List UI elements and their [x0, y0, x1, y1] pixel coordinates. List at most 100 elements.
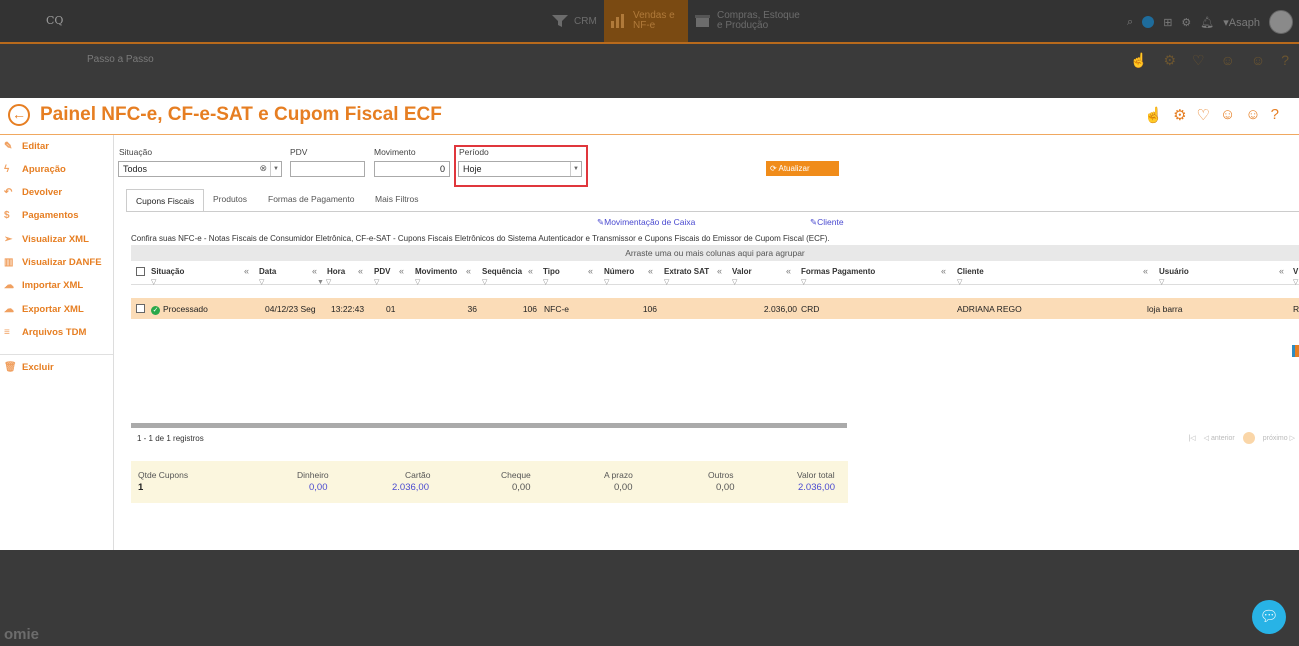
tab-formas-pagamento[interactable]: Formas de Pagamento	[268, 194, 354, 204]
sidebar-item-visualizar-xml[interactable]: ➢ Visualizar XML	[4, 234, 89, 245]
column-header-valor[interactable]: Valor	[732, 267, 752, 276]
column-header-numero[interactable]: Número	[604, 267, 634, 276]
module-compras[interactable]: Compras, Estoque e Produção	[694, 0, 800, 42]
heart-icon[interactable]: ♡	[1197, 106, 1210, 124]
movimento-input[interactable]: 0	[374, 161, 450, 177]
sidebar-item-devolver[interactable]: ↶ Devolver	[4, 187, 62, 198]
filter-icon[interactable]: ▽	[1159, 278, 1164, 286]
sidebar-item-exportar-xml[interactable]: ☁ Exportar XML	[4, 304, 84, 315]
row-checkbox[interactable]	[136, 304, 145, 313]
column-header-sequencia[interactable]: Sequência	[482, 267, 522, 276]
column-collapse-icon[interactable]: «	[941, 266, 946, 276]
column-header-formas-pagamento[interactable]: Formas Pagamento	[801, 267, 875, 276]
situacao-select[interactable]: Todos ⊗ ▼	[118, 161, 282, 177]
filter-icon[interactable]: ▽	[482, 278, 487, 286]
filter-icon[interactable]: ▽	[151, 278, 156, 286]
first-page-icon[interactable]: |◁	[1188, 434, 1195, 442]
column-collapse-icon[interactable]: «	[244, 266, 249, 276]
column-collapse-icon[interactable]: «	[399, 266, 404, 276]
filter-icon[interactable]: ▽	[604, 278, 609, 286]
filter-icon[interactable]: ▽	[1293, 278, 1298, 286]
module-crm[interactable]: CRM	[551, 0, 597, 42]
sidebar-item-pagamentos[interactable]: $ Pagamentos	[4, 210, 79, 221]
side-panel-toggle[interactable]	[1292, 345, 1299, 357]
sidebar-item-arquivos-tdm[interactable]: ≡ Arquivos TDM	[4, 327, 86, 338]
chat-icon[interactable]: 💬︎	[1252, 600, 1286, 634]
cliente-link[interactable]: ✎Cliente	[810, 217, 844, 228]
column-collapse-icon[interactable]: «	[466, 266, 471, 276]
column-header-extrato-sat[interactable]: Extrato SAT	[664, 267, 709, 276]
column-header-tipo[interactable]: Tipo	[543, 267, 560, 276]
filter-icon[interactable]: ▽	[415, 278, 420, 286]
column-collapse-icon[interactable]: «	[648, 266, 653, 276]
column-collapse-icon[interactable]: «	[588, 266, 593, 276]
neutral-face-icon[interactable]: ☺	[1251, 52, 1265, 69]
filter-icon[interactable]: ▽	[957, 278, 962, 286]
sidebar-item-visualizar-danfe[interactable]: ▥ Visualizar DANFE	[4, 257, 102, 268]
avatar[interactable]	[1269, 10, 1293, 34]
gear-icon[interactable]: ⚙	[1163, 52, 1176, 69]
user-menu[interactable]: ▾Asaph	[1223, 16, 1260, 29]
column-header-v[interactable]: V	[1293, 267, 1298, 276]
refresh-button[interactable]: ⟳ Atualizar	[766, 161, 839, 176]
smile-icon[interactable]: ☺	[1220, 106, 1235, 124]
play-icon[interactable]	[1142, 16, 1155, 28]
back-arrow-icon[interactable]: ←	[8, 104, 30, 126]
column-header-pdv[interactable]: PDV	[374, 267, 390, 276]
thumbs-up-icon[interactable]: ☝	[1144, 106, 1163, 124]
prev-page-button[interactable]: ◁ anterior	[1204, 434, 1235, 442]
tab-produtos[interactable]: Produtos	[213, 194, 247, 204]
column-header-hora[interactable]: Hora	[327, 267, 345, 276]
gear-icon[interactable]: ⚙	[1173, 106, 1186, 124]
filter-icon[interactable]: ▽	[259, 278, 264, 286]
thumbs-up-icon[interactable]: ☝	[1130, 52, 1147, 69]
pdv-input[interactable]	[290, 161, 365, 177]
tab-mais-filtros[interactable]: Mais Filtros	[375, 194, 418, 204]
column-header-usuario[interactable]: Usuário	[1159, 267, 1189, 276]
help-icon[interactable]: ?	[1271, 106, 1279, 124]
column-header-cliente[interactable]: Cliente	[957, 267, 984, 276]
sidebar-item-editar[interactable]: ✎ Editar	[4, 141, 49, 152]
sidebar-item-importar-xml[interactable]: ☁ Importar XML	[4, 280, 83, 291]
smile-icon[interactable]: ☺	[1221, 52, 1235, 69]
sidebar-item-apuracao[interactable]: ϟ Apuração	[4, 164, 66, 175]
filter-icon[interactable]: ▽	[374, 278, 379, 286]
neutral-face-icon[interactable]: ☺	[1245, 106, 1260, 124]
column-header-situacao[interactable]: Situação	[151, 267, 184, 276]
column-collapse-icon[interactable]: «	[1279, 266, 1284, 276]
group-by-bar[interactable]: Arraste uma ou mais colunas aqui para ag…	[131, 245, 1299, 261]
filter-icon[interactable]: ▽	[543, 278, 548, 286]
column-collapse-icon[interactable]: «	[1143, 266, 1148, 276]
filter-icon[interactable]: ▽	[801, 278, 806, 286]
column-collapse-icon[interactable]: «	[528, 266, 533, 276]
cheque-label: Cheque	[501, 470, 531, 480]
current-page-indicator[interactable]	[1242, 432, 1255, 444]
filter-icon[interactable]: ▽	[732, 278, 737, 286]
movimentacao-caixa-link[interactable]: ✎Movimentação de Caixa	[597, 217, 695, 228]
help-icon[interactable]: ?	[1281, 52, 1289, 69]
step-by-step-link[interactable]: Passo a Passo	[87, 54, 154, 65]
column-header-movimento[interactable]: Movimento	[415, 267, 457, 276]
app-logo[interactable]: CQ	[46, 14, 63, 27]
next-page-button[interactable]: próximo ▷	[1263, 434, 1295, 442]
column-collapse-icon[interactable]: «	[358, 266, 363, 276]
tab-cupons-fiscais[interactable]: Cupons Fiscais	[126, 189, 205, 211]
bell-icon[interactable]: 🔔︎	[1200, 16, 1214, 29]
heart-icon[interactable]: ♡	[1192, 52, 1205, 69]
table-row[interactable]: ✓ Processado 04/12/23 Seg 13:22:43 01 36 …	[131, 298, 1299, 319]
sort-desc-icon[interactable]: ▼ ▽	[317, 278, 331, 286]
column-collapse-icon[interactable]: «	[786, 266, 791, 276]
grid-icon[interactable]: ⊞	[1163, 16, 1172, 29]
select-all-checkbox[interactable]	[136, 267, 145, 276]
column-collapse-icon[interactable]: «	[312, 266, 317, 276]
chevron-down-icon[interactable]: ▼	[270, 162, 281, 176]
filter-icon[interactable]: ▽	[664, 278, 669, 286]
clear-icon[interactable]: ⊗	[259, 163, 267, 174]
sidebar-item-excluir[interactable]: 🗑︎ Excluir	[4, 362, 54, 373]
module-vendas[interactable]: Vendas e NF-e	[604, 0, 688, 42]
column-collapse-icon[interactable]: «	[717, 266, 722, 276]
horizontal-scrollbar[interactable]	[131, 423, 847, 428]
column-header-data[interactable]: Data	[259, 267, 276, 276]
search-icon[interactable]: ⌕	[1127, 16, 1133, 29]
gear-icon[interactable]: ⚙	[1181, 16, 1191, 29]
